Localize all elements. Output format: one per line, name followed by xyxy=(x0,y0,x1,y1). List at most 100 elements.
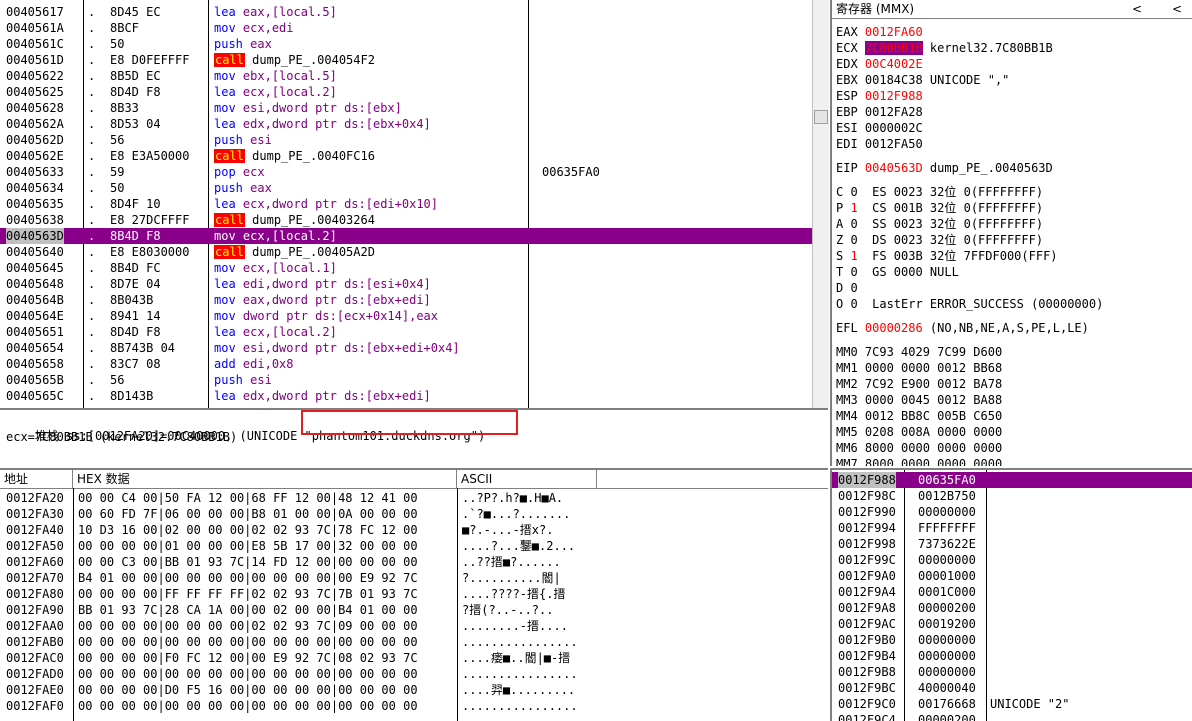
register-value[interactable]: 00C4002E xyxy=(865,57,923,71)
mmx-row[interactable]: MM3 0000 0045 0012 BA88 xyxy=(836,392,1002,408)
registers-nav-right-button[interactable]: < xyxy=(1172,0,1182,18)
stack-row[interactable]: 0012F9A0 00001000 xyxy=(832,568,1192,584)
mmx-row[interactable]: MM7 8000 0000 0000 0000 xyxy=(836,456,1002,466)
stack-row[interactable]: 0012F9C4 00000200 xyxy=(832,712,1192,721)
register-row[interactable]: EAX 0012FA60 xyxy=(836,24,923,40)
register-row[interactable]: ESI 0000002C xyxy=(836,120,923,136)
dump-row[interactable]: 0012FAC0 00 00 00 00|F0 FC 12 00|00 E9 92… xyxy=(0,650,828,666)
disassembly-scrollbar[interactable] xyxy=(812,0,829,408)
stack-row[interactable]: 0012F990 00000000 xyxy=(832,504,1192,520)
flag-value[interactable]: 1 xyxy=(850,201,857,215)
disasm-row[interactable]: 0040565C. 8D143B lea edx,dword ptr ds:[ebx… xyxy=(0,388,812,404)
register-row[interactable]: EBP 0012FA28 xyxy=(836,104,923,120)
stack-row[interactable]: 0012F994 FFFFFFFF xyxy=(832,520,1192,536)
dump-row[interactable]: 0012FA80 00 00 00 00|FF FF FF FF|02 02 93… xyxy=(0,586,828,602)
register-row[interactable]: ECX 7C80BB1B kernel32.7C80BB1B xyxy=(836,40,1053,56)
disasm-row[interactable]: 0040562A. 8D53 04 lea edx,dword ptr ds:[eb… xyxy=(0,116,812,132)
scrollbar-thumb[interactable] xyxy=(814,110,828,124)
dump-row[interactable]: 0012FAF0 00 00 00 00|00 00 00 00|00 00 00… xyxy=(0,698,828,714)
mmx-row[interactable]: MM1 0000 0000 0012 BB68 xyxy=(836,360,1002,376)
disasm-row[interactable]: 00405617. 8D45 EC lea eax,[local.5] xyxy=(0,4,812,20)
disassembly-pane[interactable]: 00405617. 8D45 EC lea eax,[local.5] 0040561… xyxy=(0,0,812,408)
mmx-row[interactable]: MM4 0012 BB8C 005B C650 xyxy=(836,408,1002,424)
disasm-row[interactable]: 00405622. 8B5D EC mov ebx,[local.5] xyxy=(0,68,812,84)
stack-row[interactable]: 0012F9B8 00000000 xyxy=(832,664,1192,680)
dump-row[interactable]: 0012FAD0 00 00 00 00|00 00 00 00|00 00 00… xyxy=(0,666,828,682)
mmx-row[interactable]: MM5 0208 008A 0000 0000 xyxy=(836,424,1002,440)
disasm-row[interactable]: 00405633. 59 pop ecx 00635FA0 xyxy=(0,164,812,180)
mmx-row[interactable]: MM2 7C92 E900 0012 BA78 xyxy=(836,376,1002,392)
dump-row[interactable]: 0012FA50 00 00 00 00|01 00 00 00|E8 5B 17… xyxy=(0,538,828,554)
register-value[interactable]: 00184C38 xyxy=(865,73,923,87)
stack-row[interactable]: 0012F9B0 00000000 xyxy=(832,632,1192,648)
register-value[interactable]: 0000002C xyxy=(865,121,923,135)
flag-row[interactable]: C 0 ES 0023 32位 0(FFFFFFFF) xyxy=(836,184,1043,200)
flag-value[interactable]: 1 xyxy=(850,249,857,263)
stack-row[interactable]: 0012F98C 0012B750 xyxy=(832,488,1192,504)
dump-row[interactable]: 0012FA40 10 D3 16 00|02 00 00 00|02 02 93… xyxy=(0,522,828,538)
disasm-row[interactable]: 0040564E. 8941 14 mov dword ptr ds:[ecx+0x… xyxy=(0,308,812,324)
disasm-row[interactable]: 00405648. 8D7E 04 lea edi,dword ptr ds:[es… xyxy=(0,276,812,292)
register-row[interactable]: ESP 0012F988 xyxy=(836,88,923,104)
register-row[interactable]: EDI 0012FA50 xyxy=(836,136,923,152)
flag-row[interactable]: S 1 FS 003B 32位 7FFDF000(FFF) xyxy=(836,248,1058,264)
disasm-row[interactable]: 0040565B. 56 push esi xyxy=(0,372,812,388)
stack-row[interactable]: 0012F9AC 00019200 xyxy=(832,616,1192,632)
dump-row[interactable]: 0012FA30 00 60 FD 7F|06 00 00 00|B8 01 00… xyxy=(0,506,828,522)
flag-value[interactable]: 0 xyxy=(850,185,857,199)
disasm-row[interactable]: 0040563D. 8B4D F8 mov ecx,[local.2] xyxy=(0,228,812,244)
register-row-efl[interactable]: EFL 00000286 (NO,NB,NE,A,S,PE,L,LE) xyxy=(836,320,1089,336)
mmx-row[interactable]: MM6 8000 0000 0000 0000 xyxy=(836,440,1002,456)
dump-row[interactable]: 0012FA90 BB 01 93 7C|28 CA 1A 00|00 02 00… xyxy=(0,602,828,618)
registers-nav-left-button[interactable]: < xyxy=(1132,0,1142,18)
dump-header-ascii[interactable]: ASCII xyxy=(457,470,597,488)
disasm-row[interactable]: 00405651. 8D4D F8 lea ecx,[local.2] xyxy=(0,324,812,340)
flag-value[interactable]: 0 xyxy=(850,297,857,311)
disasm-row[interactable]: 0040561C. 50 push eax xyxy=(0,36,812,52)
flag-row[interactable]: A 0 SS 0023 32位 0(FFFFFFFF) xyxy=(836,216,1043,232)
registers-pane[interactable]: 寄存器 (MMX) < < EAX 0012FA60 ECX 7C80BB1B k… xyxy=(830,0,1192,466)
register-value[interactable]: 0012FA50 xyxy=(865,137,923,151)
register-value[interactable]: 0012FA28 xyxy=(865,105,923,119)
stack-row[interactable]: 0012F9A4 0001C000 xyxy=(832,584,1192,600)
memory-dump-pane[interactable]: 地址 HEX 数据 ASCII 0012FA20 00 00 C4 00|50 F… xyxy=(0,468,828,721)
flag-row[interactable]: P 1 CS 001B 32位 0(FFFFFFFF) xyxy=(836,200,1043,216)
disasm-row[interactable]: 0040562D. 56 push esi xyxy=(0,132,812,148)
stack-row[interactable]: 0012F9B4 00000000 xyxy=(832,648,1192,664)
disasm-row[interactable]: 0040561A. 8BCF mov ecx,edi xyxy=(0,20,812,36)
dump-row[interactable]: 0012FAA0 00 00 00 00|00 00 00 00|02 02 93… xyxy=(0,618,828,634)
flag-value[interactable]: 0 xyxy=(850,217,857,231)
disasm-row[interactable]: 00405634. 50 push eax xyxy=(0,180,812,196)
dump-row[interactable]: 0012FAE0 00 00 00 00|D0 F5 16 00|00 00 00… xyxy=(0,682,828,698)
register-value[interactable]: 7C80BB1B xyxy=(864,41,923,55)
dump-row[interactable]: 0012FA20 00 00 C4 00|50 FA 12 00|68 FF 12… xyxy=(0,490,828,506)
flag-row[interactable]: D 0 xyxy=(836,280,858,296)
stack-row[interactable]: 0012F99C 00000000 xyxy=(832,552,1192,568)
dump-header-hex[interactable]: HEX 数据 xyxy=(73,470,457,488)
register-value[interactable]: 0012F988 xyxy=(865,89,923,103)
flag-value[interactable]: 0 xyxy=(850,265,857,279)
disasm-row[interactable]: 00405628. 8B33 mov esi,dword ptr ds:[ebx] xyxy=(0,100,812,116)
stack-row[interactable]: 0012F9A8 00000200 xyxy=(832,600,1192,616)
flag-row[interactable]: T 0 GS 0000 NULL xyxy=(836,264,959,280)
stack-row[interactable]: 0012F988 00635FA0 xyxy=(832,472,1192,488)
disasm-row[interactable]: 00405654. 8B743B 04 mov esi,dword ptr ds:[… xyxy=(0,340,812,356)
register-row[interactable]: EDX 00C4002E xyxy=(836,56,923,72)
flag-value[interactable]: 0 xyxy=(850,281,857,295)
register-row[interactable]: EBX 00184C38 UNICODE "," xyxy=(836,72,1009,88)
dump-header-address[interactable]: 地址 xyxy=(0,470,73,488)
disasm-row[interactable]: 00405645. 8B4D FC mov ecx,[local.1] xyxy=(0,260,812,276)
register-value[interactable]: 00000286 xyxy=(865,321,923,335)
disasm-row[interactable]: 0040561D. E8 D0FEFFFF call dump_PE_.004054… xyxy=(0,52,812,68)
stack-pane[interactable]: 0012F988 00635FA0 0012F98C 0012B750 0012F990… xyxy=(830,468,1192,721)
flag-row[interactable]: Z 0 DS 0023 32位 0(FFFFFFFF) xyxy=(836,232,1043,248)
disasm-row[interactable]: 00405625. 8D4D F8 lea ecx,[local.2] xyxy=(0,84,812,100)
dump-row[interactable]: 0012FA70 B4 01 00 00|00 00 00 00|00 00 00… xyxy=(0,570,828,586)
flag-row[interactable]: O 0 LastErr ERROR_SUCCESS (00000000) xyxy=(836,296,1103,312)
stack-row[interactable]: 0012F9BC 40000040 xyxy=(832,680,1192,696)
mmx-row[interactable]: MM0 7C93 4029 7C99 D600 xyxy=(836,344,1002,360)
stack-row[interactable]: 0012F998 7373622E xyxy=(832,536,1192,552)
disasm-row[interactable]: 00405638. E8 27DCFFFF call dump_PE_.004032… xyxy=(0,212,812,228)
stack-row[interactable]: 0012F9C0 00176668 UNICODE "2" xyxy=(832,696,1192,712)
dump-row[interactable]: 0012FA60 00 00 C3 00|BB 01 93 7C|14 FD 12… xyxy=(0,554,828,570)
